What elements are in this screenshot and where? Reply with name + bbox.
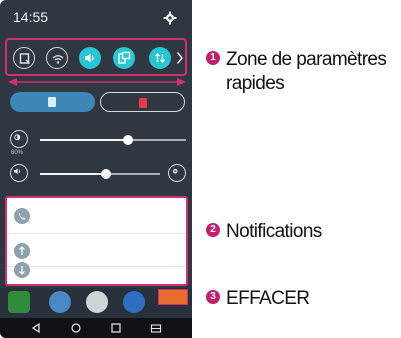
wifi-toggle[interactable]: [46, 47, 68, 69]
sim-selector: [10, 92, 186, 112]
brightness-icon: [10, 130, 28, 148]
callout-number-badge: 3: [206, 290, 220, 304]
volume-slider[interactable]: [10, 164, 186, 186]
navigation-bar: [0, 318, 192, 338]
gear-icon: [172, 168, 178, 174]
apps-drawer-icon[interactable]: [86, 291, 108, 313]
brightness-thumb[interactable]: [122, 135, 133, 145]
contacts-app-icon[interactable]: [49, 291, 71, 313]
brightness-fill: [40, 139, 128, 141]
callout-number-badge: 2: [206, 223, 220, 237]
sim-card-icon: [139, 98, 147, 108]
callout-label: EFFACER: [226, 288, 310, 309]
chevron-right-icon[interactable]: [176, 51, 184, 65]
quick-settings-bar: [5, 38, 187, 76]
volume-fill: [40, 173, 106, 175]
sim-1-button[interactable]: [10, 92, 95, 112]
clear-button[interactable]: [158, 289, 188, 305]
phone-screen: 14:55 60%: [0, 0, 192, 338]
status-time: 14:55: [13, 9, 49, 25]
notification-item[interactable]: [7, 198, 186, 234]
brightness-percent: 60%: [11, 150, 24, 156]
data-toggle[interactable]: [149, 47, 171, 69]
sim-2-button[interactable]: [100, 92, 185, 112]
callout-label: Zone de paramètres rapides: [226, 49, 387, 94]
screen-capture-icon: [19, 53, 30, 64]
notifications-panel: [5, 196, 188, 286]
callout-number-badge: 1: [206, 51, 220, 65]
callout-label: Notifications: [226, 221, 322, 242]
volume-thumb[interactable]: [101, 169, 111, 179]
speaker-icon: [85, 53, 94, 63]
wifi-icon: [52, 55, 64, 64]
data-transfer-icon: [155, 53, 165, 63]
dual-window-icon[interactable]: [150, 322, 162, 334]
browser-app-icon[interactable]: [123, 291, 145, 313]
volume-settings-button[interactable]: [168, 164, 186, 182]
upload-icon: [14, 243, 30, 259]
callout-notifications: 2 Notifications: [206, 220, 322, 244]
gear-icon[interactable]: [163, 11, 177, 25]
rotation-toggle[interactable]: [113, 47, 135, 69]
sound-toggle[interactable]: [79, 47, 101, 69]
phone-app-icon[interactable]: [8, 291, 30, 313]
scroll-arrow-indicator: [8, 78, 186, 86]
notification-item[interactable]: [7, 262, 186, 284]
callout-clear: 3 EFFACER: [206, 287, 310, 311]
callout-quick-settings: 1 Zone de paramètres rapides: [206, 48, 401, 96]
rotation-lock-icon: [118, 51, 131, 64]
phone-icon: [14, 208, 30, 224]
home-icon[interactable]: [70, 322, 82, 334]
back-icon[interactable]: [30, 322, 42, 334]
sim-card-icon: [48, 97, 56, 107]
status-bar: 14:55: [0, 0, 192, 34]
brightness-slider[interactable]: 60%: [10, 130, 186, 156]
notification-item[interactable]: [7, 235, 186, 267]
screen-capture-toggle[interactable]: [13, 47, 35, 69]
download-icon: [14, 262, 30, 278]
recent-apps-icon[interactable]: [110, 322, 122, 334]
volume-icon: [10, 164, 28, 182]
